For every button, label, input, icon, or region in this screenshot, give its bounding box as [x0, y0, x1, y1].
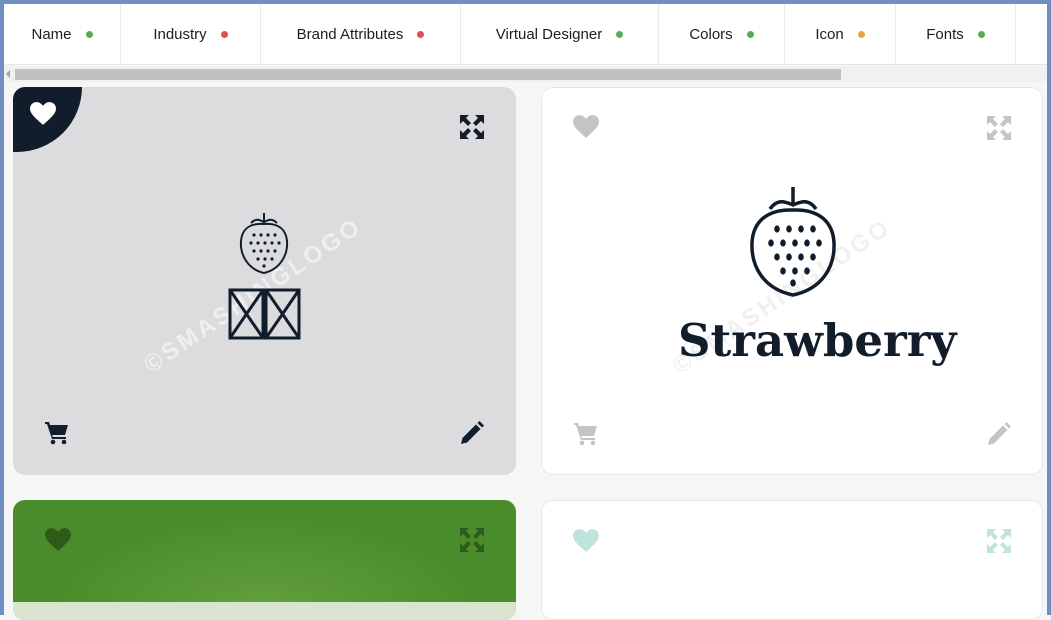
tab-label: Industry: [153, 25, 207, 43]
horizontal-scrollbar[interactable]: [4, 66, 1047, 82]
status-dot: [417, 30, 425, 38]
tab-label: Fonts: [926, 25, 964, 43]
status-dot: [977, 30, 985, 38]
tab-virtual-designer[interactable]: Virtual Designer: [461, 4, 659, 64]
tab-label: Virtual Designer: [495, 25, 603, 43]
status-dot: [746, 30, 754, 38]
status-dot: [220, 30, 228, 38]
missing-glyph-icon: [228, 288, 302, 340]
tab-brand-attributes[interactable]: Brand Attributes: [261, 4, 461, 64]
tab-label: Icon: [815, 25, 844, 43]
status-dot: [616, 30, 624, 38]
cart-icon[interactable]: [573, 421, 599, 447]
pencil-icon[interactable]: [986, 421, 1012, 447]
logo-card[interactable]: [541, 500, 1043, 620]
expand-icon[interactable]: [986, 115, 1012, 141]
logo-card[interactable]: [13, 500, 516, 620]
heart-icon[interactable]: [573, 529, 599, 553]
logo-card[interactable]: ©SMASHINGLOGO: [13, 87, 516, 475]
expand-icon[interactable]: [459, 527, 485, 553]
logo-card[interactable]: ©SMASHINGLOGO Strawberry: [541, 87, 1043, 475]
status-dot: [85, 30, 93, 38]
logo-preview-band: [13, 602, 516, 620]
tab-label: Name: [31, 25, 72, 43]
expand-icon[interactable]: [986, 528, 1012, 554]
logo-wordmark: Strawberry: [678, 314, 957, 367]
pencil-icon[interactable]: [459, 420, 485, 446]
strawberry-logo-icon: [237, 209, 291, 275]
heart-icon[interactable]: [30, 102, 56, 126]
tab-icon[interactable]: Icon: [785, 4, 896, 64]
tab-name[interactable]: Name: [4, 4, 121, 64]
heart-icon[interactable]: [573, 115, 599, 139]
tab-label: Brand Attributes: [296, 25, 404, 43]
expand-icon[interactable]: [459, 114, 485, 140]
scroll-left-arrow-icon[interactable]: [6, 70, 10, 78]
tab-label: Colors: [689, 25, 733, 43]
scrollbar-thumb[interactable]: [15, 69, 841, 80]
filter-tabs: Name Industry Brand Attributes Virtual D…: [4, 4, 1047, 65]
strawberry-logo-icon: [748, 185, 838, 297]
tab-colors[interactable]: Colors: [659, 4, 785, 64]
cart-icon[interactable]: [44, 420, 70, 446]
tab-fonts[interactable]: Fonts: [896, 4, 1016, 64]
tab-industry[interactable]: Industry: [121, 4, 261, 64]
heart-icon[interactable]: [45, 528, 71, 552]
status-dot: [857, 30, 865, 38]
